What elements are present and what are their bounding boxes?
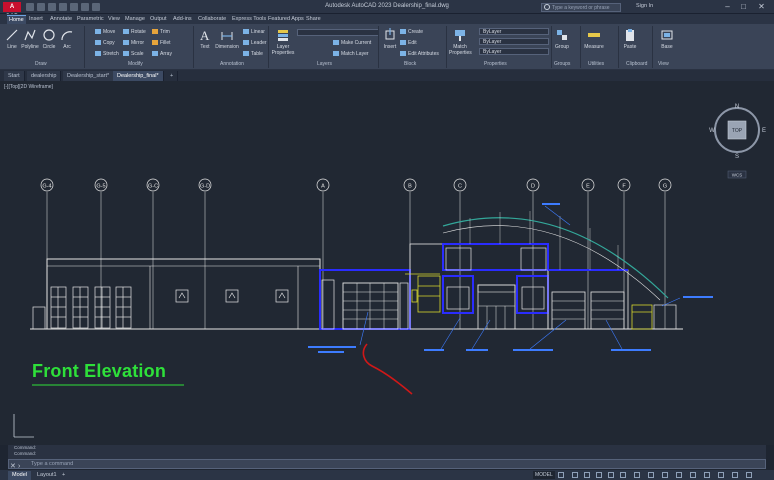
polar-tracking-icon[interactable] (584, 472, 590, 478)
model-space-indicator[interactable]: MODEL (533, 471, 555, 479)
annotation-text-marks (308, 203, 713, 353)
command-input[interactable]: Type a command (8, 459, 766, 469)
grid-label: G-D (200, 184, 210, 190)
grid-label: G (663, 184, 667, 190)
object-snap-tracking-icon[interactable] (608, 472, 614, 478)
ucs-icon (13, 414, 34, 438)
service-doors (50, 286, 132, 329)
svg-text:✕: ✕ (10, 463, 16, 469)
add-layout-icon[interactable]: + (58, 471, 69, 480)
layout1-tab[interactable]: Layout1 (33, 471, 61, 480)
history-line: Command: (14, 451, 37, 456)
units-icon[interactable] (690, 472, 696, 478)
lineweight-icon[interactable] (634, 472, 640, 478)
command-history: Command: Command: (8, 445, 766, 459)
ortho-mode-icon[interactable] (572, 472, 578, 478)
upper-window (445, 247, 472, 271)
navigation-cube[interactable]: TOP N S E W WCS (709, 104, 766, 179)
grid-label: G-C (148, 184, 158, 190)
curved-canopy (442, 217, 669, 299)
navcube-north: N (735, 104, 739, 110)
navcube-south: S (735, 154, 739, 160)
model-tab[interactable]: Model (8, 471, 31, 480)
grid-label: D (531, 184, 535, 190)
navcube-east: E (762, 128, 766, 134)
showroom-outline (409, 243, 549, 330)
drawing-title: Front Elevation (32, 361, 167, 381)
mid-frame (442, 275, 474, 314)
svg-text:›: › (18, 463, 21, 469)
service-door (551, 291, 586, 330)
command-line-icons[interactable]: ✕ › (10, 461, 26, 469)
grid-label: C (458, 184, 462, 190)
garage-door-panels (343, 283, 398, 329)
wcs-label: WCS (732, 173, 743, 178)
upper-window (520, 247, 547, 271)
grid-label: G-4 (42, 184, 51, 190)
navcube-west: W (709, 128, 715, 134)
isodraft-icon[interactable] (596, 472, 602, 478)
left-end-block (32, 306, 46, 330)
pier (399, 282, 409, 330)
markup-stroke (362, 343, 413, 395)
autocad-window: A CAD Autodesk AutoCAD 2023 Dealership_f… (0, 0, 774, 480)
object-snap-icon[interactable] (620, 472, 626, 478)
window (446, 286, 470, 310)
service-door (590, 291, 625, 330)
garage-door (342, 282, 399, 330)
isolate-objects-icon[interactable] (704, 472, 710, 478)
entrance (477, 284, 516, 330)
wall-vents (175, 289, 289, 303)
grid-label: A (321, 184, 325, 190)
hardware-acceleration-icon[interactable] (718, 472, 724, 478)
grid-label: E (586, 184, 590, 190)
customization-icon[interactable] (746, 472, 752, 478)
status-bar: Model Layout1 + (0, 470, 774, 480)
snap-mode-icon[interactable] (558, 472, 564, 478)
garage-frame (319, 269, 411, 330)
workspace-switch-icon[interactable] (662, 472, 668, 478)
grid-label: G-5 (96, 184, 105, 190)
clean-screen-icon[interactable] (732, 472, 738, 478)
entrance-canopy (477, 284, 516, 293)
grid-label: B (408, 184, 412, 190)
drawing-area: G-4 G-5 G-C G-D A B C D E F G TOP N S E … (13, 104, 766, 438)
canopy-ribs (469, 211, 619, 270)
annotation-scale-icon[interactable] (648, 472, 654, 478)
entrance-doors (478, 305, 515, 329)
navcube-face-label: TOP (732, 128, 743, 134)
annotation-monitor-icon[interactable] (676, 472, 682, 478)
pier (321, 279, 335, 330)
grid-lines: G-4 G-5 G-C G-D A B C D E F G (40, 178, 672, 329)
